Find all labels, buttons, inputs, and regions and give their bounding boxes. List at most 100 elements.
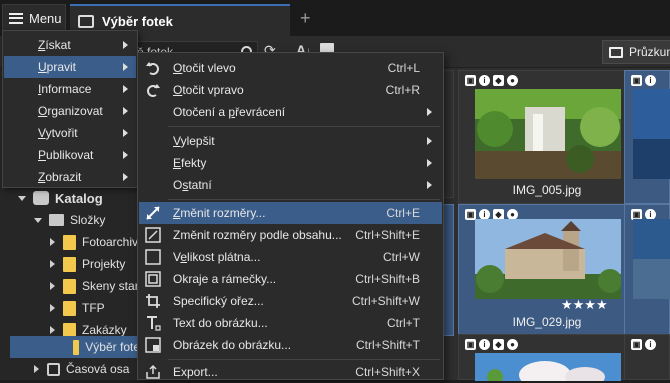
tree-label: Projekty [82, 257, 126, 271]
menu-item-informace[interactable]: Informace [4, 78, 136, 100]
pruzkum-button[interactable]: Průzkum [602, 40, 670, 64]
menu-item-label: Specifický ořez... [173, 294, 264, 308]
menu-item-label: Zobrazit [38, 170, 82, 184]
submenu-arrow-icon [123, 129, 128, 137]
submenu-arrow-icon [123, 41, 128, 49]
menu-item-zobrazit[interactable]: Zobrazit [4, 166, 136, 188]
menu-item-zmenit-rozmery[interactable]: Změnit rozměry... Ctrl+E [139, 202, 442, 224]
tree-label: TFP [82, 301, 105, 315]
rating-stars[interactable]: ★★★★ [561, 297, 608, 313]
menu-item-otocit-vlevo[interactable]: Otočit vlevo Ctrl+L [139, 57, 442, 79]
expand-arrow-icon[interactable] [34, 365, 39, 373]
expand-arrow-icon[interactable] [50, 238, 55, 246]
menu-item-velikost-platna[interactable]: Velikost plátna... Ctrl+W [139, 246, 442, 268]
menu-item-obrazek-do-obrazku[interactable]: Obrázek do obrázku... Ctrl+Shift+T [139, 334, 442, 356]
menu-item-label: Export... [173, 365, 218, 379]
menu-item-publikovat[interactable]: Publikovat [4, 144, 136, 166]
menu-item-organizovat[interactable]: Organizovat [4, 100, 136, 122]
submenu-upravit: Otočit vlevo Ctrl+L Otočit vpravo Ctrl+R… [137, 52, 444, 380]
menu-item-label: Informace [38, 82, 92, 96]
thumbnail-card-selected[interactable]: ▣ i [624, 204, 670, 336]
menu-item-label: Otočení a převrácení [173, 105, 286, 119]
tree-label-slozky: Složky [70, 213, 106, 227]
thumbnail-grid: ▣ i ◆ ● IMG_005.jpg ▣ i ▣ i ◆ ● ★★★★ IMG… [440, 68, 670, 381]
picture-in-picture-icon [145, 337, 161, 353]
menu-item-label: Změnit rozměry podle obsahu... [173, 228, 342, 242]
border-frame-icon [145, 271, 161, 287]
thumbnail-card[interactable]: ▣ i [624, 334, 670, 380]
folder-icon [63, 300, 76, 316]
waterfall-photo [475, 89, 621, 179]
menu-item-label: Text do obrázku... [173, 316, 268, 330]
expand-arrow-icon[interactable] [50, 326, 55, 334]
menu-item-otoceni-a-prevraceni[interactable]: Otočení a převrácení [139, 101, 442, 123]
menu-item-label: Organizovat [38, 104, 103, 118]
menu-item-label: Ostatní [173, 178, 212, 192]
tree-item-katalog[interactable]: Katalog [0, 187, 140, 209]
submenu-arrow-icon [427, 181, 432, 189]
menu-item-label: Okraje a rámečky... [173, 272, 277, 286]
tree-label: Zakázky [82, 323, 127, 337]
catalog-icon [33, 191, 49, 205]
submenu-arrow-icon [123, 173, 128, 181]
collapse-arrow-icon[interactable] [34, 217, 42, 223]
expand-arrow-icon[interactable] [50, 260, 55, 268]
tag-icon: ◆ [493, 339, 504, 350]
thumb-filename: IMG_005.jpg [512, 183, 582, 197]
submenu-arrow-icon [123, 151, 128, 159]
thumbnail-card-selected[interactable]: ▣ i [624, 70, 670, 204]
tree-item-folder[interactable]: Projekty [0, 253, 140, 275]
shortcut-text: Ctrl+Shift+X [355, 365, 420, 379]
menu-item-okraje-a-ramecky[interactable]: Okraje a rámečky... Ctrl+Shift+B [139, 268, 442, 290]
thumbnail-card[interactable]: ▣ i ◆ ● IMG_005.jpg [458, 70, 636, 204]
menu-item-label: Získat [38, 38, 71, 52]
menu-item-zmenit-rozmery-podle-obsahu[interactable]: Změnit rozměry podle obsahu... Ctrl+Shif… [139, 224, 442, 246]
menu-item-ostatni[interactable]: Ostatní [139, 174, 442, 196]
pruzkum-label: Průzkum [629, 45, 670, 59]
new-tab-button[interactable]: + [300, 8, 311, 29]
menu-item-label: Vylepšit [173, 134, 215, 148]
crop-icon [146, 294, 160, 308]
shortcut-text: Ctrl+L [387, 61, 420, 75]
submenu-arrow-icon [123, 107, 128, 115]
thumbnail-card[interactable]: ▣ i ◆ ● [458, 334, 636, 381]
menu-item-text-do-obrazku[interactable]: Text do obrázku... Ctrl+T [139, 312, 442, 334]
content-aware-resize-icon [145, 227, 161, 243]
menu-item-upravit[interactable]: Upravit [4, 56, 136, 78]
tree-item-folder[interactable]: Fotoarchiv [0, 231, 140, 253]
tree-item-folder[interactable]: Skeny star [0, 275, 140, 297]
camera-icon: ▣ [631, 339, 642, 350]
tree-item-casova-osa[interactable]: Časová osa [0, 358, 140, 380]
shortcut-text: Ctrl+T [387, 316, 420, 330]
menu-item-specificky-orez[interactable]: Specifický ořez... Ctrl+Shift+W [139, 290, 442, 312]
menu-item-vylepsit[interactable]: Vylepšit [139, 130, 442, 152]
tree-label: Skeny star [82, 279, 139, 293]
camera-icon: ▣ [631, 75, 642, 86]
thumbnail-card-selected[interactable]: ▣ i ◆ ● ★★★★ IMG_029.jpg [458, 204, 636, 336]
menu-item-label: Velikost plátna... [173, 250, 261, 264]
collapse-arrow-icon[interactable] [18, 195, 26, 201]
menu-separator [168, 199, 440, 200]
menu-item-label: Obrázek do obrázku... [173, 338, 292, 352]
tree-item-folder-selected[interactable]: Výběr fote [10, 336, 140, 358]
submenu-arrow-icon [427, 108, 432, 116]
tree-label: Fotoarchiv [82, 235, 139, 249]
menu-label: Menu [29, 10, 62, 26]
shortcut-text: Ctrl+Shift+W [351, 294, 420, 308]
menu-item-ziskat[interactable]: Získat [4, 34, 136, 56]
folder-icon [63, 234, 76, 250]
canvas-size-icon [145, 249, 161, 265]
tree-item-slozky[interactable]: Složky [0, 209, 140, 231]
menu-item-otocit-vpravo[interactable]: Otočit vpravo Ctrl+R [139, 79, 442, 101]
folder-icon [73, 339, 80, 355]
tab-title: Výběr fotek [102, 13, 173, 29]
resize-icon [146, 206, 160, 220]
tree-item-folder[interactable]: TFP [0, 297, 140, 319]
info-icon: i [645, 339, 656, 350]
info-icon: i [479, 75, 490, 86]
main-menu-button[interactable]: Menu [2, 4, 66, 32]
expand-arrow-icon[interactable] [50, 304, 55, 312]
menu-item-efekty[interactable]: Efekty [139, 152, 442, 174]
expand-arrow-icon[interactable] [50, 282, 55, 290]
menu-item-vytvorit[interactable]: Vytvořit [4, 122, 136, 144]
